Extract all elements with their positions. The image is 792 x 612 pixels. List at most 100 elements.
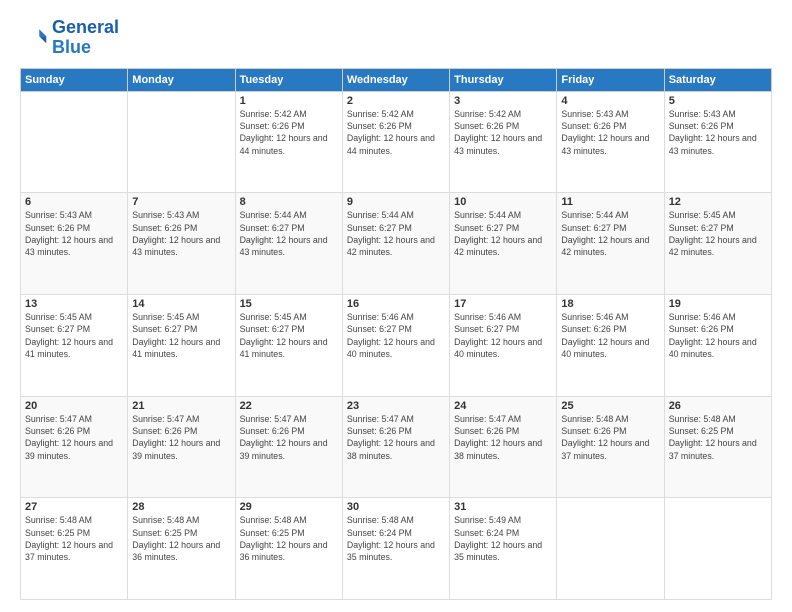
day-info: Sunrise: 5:47 AMSunset: 6:26 PMDaylight:… [240,413,338,462]
day-number: 3 [454,95,552,107]
day-info: Sunrise: 5:48 AMSunset: 6:26 PMDaylight:… [561,413,659,462]
day-number: 13 [25,298,123,310]
day-info: Sunrise: 5:43 AMSunset: 6:26 PMDaylight:… [669,108,767,157]
day-number: 18 [561,298,659,310]
calendar-cell: 22Sunrise: 5:47 AMSunset: 6:26 PMDayligh… [235,396,342,498]
calendar-cell: 8Sunrise: 5:44 AMSunset: 6:27 PMDaylight… [235,193,342,295]
calendar-cell [664,498,771,600]
logo: General Blue [20,18,119,58]
calendar-cell: 7Sunrise: 5:43 AMSunset: 6:26 PMDaylight… [128,193,235,295]
calendar-cell: 14Sunrise: 5:45 AMSunset: 6:27 PMDayligh… [128,294,235,396]
calendar-cell: 9Sunrise: 5:44 AMSunset: 6:27 PMDaylight… [342,193,449,295]
day-info: Sunrise: 5:45 AMSunset: 6:27 PMDaylight:… [25,311,123,360]
calendar-cell: 23Sunrise: 5:47 AMSunset: 6:26 PMDayligh… [342,396,449,498]
day-number: 6 [25,196,123,208]
calendar-cell: 5Sunrise: 5:43 AMSunset: 6:26 PMDaylight… [664,91,771,193]
day-info: Sunrise: 5:47 AMSunset: 6:26 PMDaylight:… [25,413,123,462]
calendar-cell: 16Sunrise: 5:46 AMSunset: 6:27 PMDayligh… [342,294,449,396]
day-number: 25 [561,400,659,412]
day-number: 2 [347,95,445,107]
day-header-tuesday: Tuesday [235,68,342,91]
day-number: 7 [132,196,230,208]
day-info: Sunrise: 5:45 AMSunset: 6:27 PMDaylight:… [132,311,230,360]
day-info: Sunrise: 5:47 AMSunset: 6:26 PMDaylight:… [454,413,552,462]
day-number: 23 [347,400,445,412]
calendar-cell: 29Sunrise: 5:48 AMSunset: 6:25 PMDayligh… [235,498,342,600]
day-info: Sunrise: 5:48 AMSunset: 6:25 PMDaylight:… [240,514,338,563]
day-number: 20 [25,400,123,412]
day-number: 30 [347,501,445,513]
day-header-monday: Monday [128,68,235,91]
day-number: 15 [240,298,338,310]
day-info: Sunrise: 5:46 AMSunset: 6:26 PMDaylight:… [561,311,659,360]
calendar-header-row: SundayMondayTuesdayWednesdayThursdayFrid… [21,68,772,91]
calendar-cell: 12Sunrise: 5:45 AMSunset: 6:27 PMDayligh… [664,193,771,295]
day-header-friday: Friday [557,68,664,91]
day-info: Sunrise: 5:49 AMSunset: 6:24 PMDaylight:… [454,514,552,563]
calendar-cell: 19Sunrise: 5:46 AMSunset: 6:26 PMDayligh… [664,294,771,396]
day-info: Sunrise: 5:48 AMSunset: 6:25 PMDaylight:… [669,413,767,462]
day-info: Sunrise: 5:42 AMSunset: 6:26 PMDaylight:… [454,108,552,157]
day-number: 29 [240,501,338,513]
day-info: Sunrise: 5:48 AMSunset: 6:24 PMDaylight:… [347,514,445,563]
day-number: 28 [132,501,230,513]
day-info: Sunrise: 5:46 AMSunset: 6:27 PMDaylight:… [454,311,552,360]
calendar-cell: 30Sunrise: 5:48 AMSunset: 6:24 PMDayligh… [342,498,449,600]
calendar-cell: 4Sunrise: 5:43 AMSunset: 6:26 PMDaylight… [557,91,664,193]
calendar-cell: 3Sunrise: 5:42 AMSunset: 6:26 PMDaylight… [450,91,557,193]
day-info: Sunrise: 5:48 AMSunset: 6:25 PMDaylight:… [132,514,230,563]
day-number: 1 [240,95,338,107]
day-info: Sunrise: 5:46 AMSunset: 6:27 PMDaylight:… [347,311,445,360]
day-info: Sunrise: 5:45 AMSunset: 6:27 PMDaylight:… [240,311,338,360]
day-number: 5 [669,95,767,107]
day-info: Sunrise: 5:45 AMSunset: 6:27 PMDaylight:… [669,209,767,258]
day-number: 26 [669,400,767,412]
day-info: Sunrise: 5:48 AMSunset: 6:25 PMDaylight:… [25,514,123,563]
calendar-cell [128,91,235,193]
day-info: Sunrise: 5:44 AMSunset: 6:27 PMDaylight:… [454,209,552,258]
calendar-cell: 31Sunrise: 5:49 AMSunset: 6:24 PMDayligh… [450,498,557,600]
calendar-cell [557,498,664,600]
day-header-sunday: Sunday [21,68,128,91]
day-header-thursday: Thursday [450,68,557,91]
day-number: 12 [669,196,767,208]
calendar-cell: 13Sunrise: 5:45 AMSunset: 6:27 PMDayligh… [21,294,128,396]
day-number: 22 [240,400,338,412]
day-info: Sunrise: 5:44 AMSunset: 6:27 PMDaylight:… [561,209,659,258]
day-number: 24 [454,400,552,412]
calendar-cell: 15Sunrise: 5:45 AMSunset: 6:27 PMDayligh… [235,294,342,396]
calendar-cell [21,91,128,193]
calendar-cell: 21Sunrise: 5:47 AMSunset: 6:26 PMDayligh… [128,396,235,498]
logo-icon [20,24,48,52]
page: General Blue SundayMondayTuesdayWednesda… [0,0,792,612]
calendar-cell: 25Sunrise: 5:48 AMSunset: 6:26 PMDayligh… [557,396,664,498]
day-info: Sunrise: 5:43 AMSunset: 6:26 PMDaylight:… [132,209,230,258]
day-info: Sunrise: 5:44 AMSunset: 6:27 PMDaylight:… [347,209,445,258]
calendar-cell: 6Sunrise: 5:43 AMSunset: 6:26 PMDaylight… [21,193,128,295]
calendar-week-5: 27Sunrise: 5:48 AMSunset: 6:25 PMDayligh… [21,498,772,600]
day-number: 9 [347,196,445,208]
calendar-week-4: 20Sunrise: 5:47 AMSunset: 6:26 PMDayligh… [21,396,772,498]
logo-text: General Blue [52,18,119,58]
day-number: 21 [132,400,230,412]
calendar-cell: 26Sunrise: 5:48 AMSunset: 6:25 PMDayligh… [664,396,771,498]
day-number: 27 [25,501,123,513]
day-number: 31 [454,501,552,513]
day-number: 10 [454,196,552,208]
calendar-week-2: 6 Sunrise: 5:43 AMSunset: 6:26 PMDaylight… [21,193,772,295]
calendar-cell: 24Sunrise: 5:47 AMSunset: 6:26 PMDayligh… [450,396,557,498]
day-info: Sunrise: 5:42 AMSunset: 6:26 PMDaylight:… [240,108,338,157]
day-number: 17 [454,298,552,310]
calendar-cell: 11Sunrise: 5:44 AMSunset: 6:27 PMDayligh… [557,193,664,295]
day-number: 14 [132,298,230,310]
day-number: 8 [240,196,338,208]
day-info: Sunrise: 5:44 AMSunset: 6:27 PMDaylight:… [240,209,338,258]
calendar-cell: 27Sunrise: 5:48 AMSunset: 6:25 PMDayligh… [21,498,128,600]
day-header-saturday: Saturday [664,68,771,91]
day-info: Sunrise: 5:46 AMSunset: 6:26 PMDaylight:… [669,311,767,360]
calendar-cell: 1Sunrise: 5:42 AMSunset: 6:26 PMDaylight… [235,91,342,193]
header: General Blue [20,18,772,58]
calendar-week-1: 1Sunrise: 5:42 AMSunset: 6:26 PMDaylight… [21,91,772,193]
calendar-cell: 17Sunrise: 5:46 AMSunset: 6:27 PMDayligh… [450,294,557,396]
calendar-cell: 10Sunrise: 5:44 AMSunset: 6:27 PMDayligh… [450,193,557,295]
